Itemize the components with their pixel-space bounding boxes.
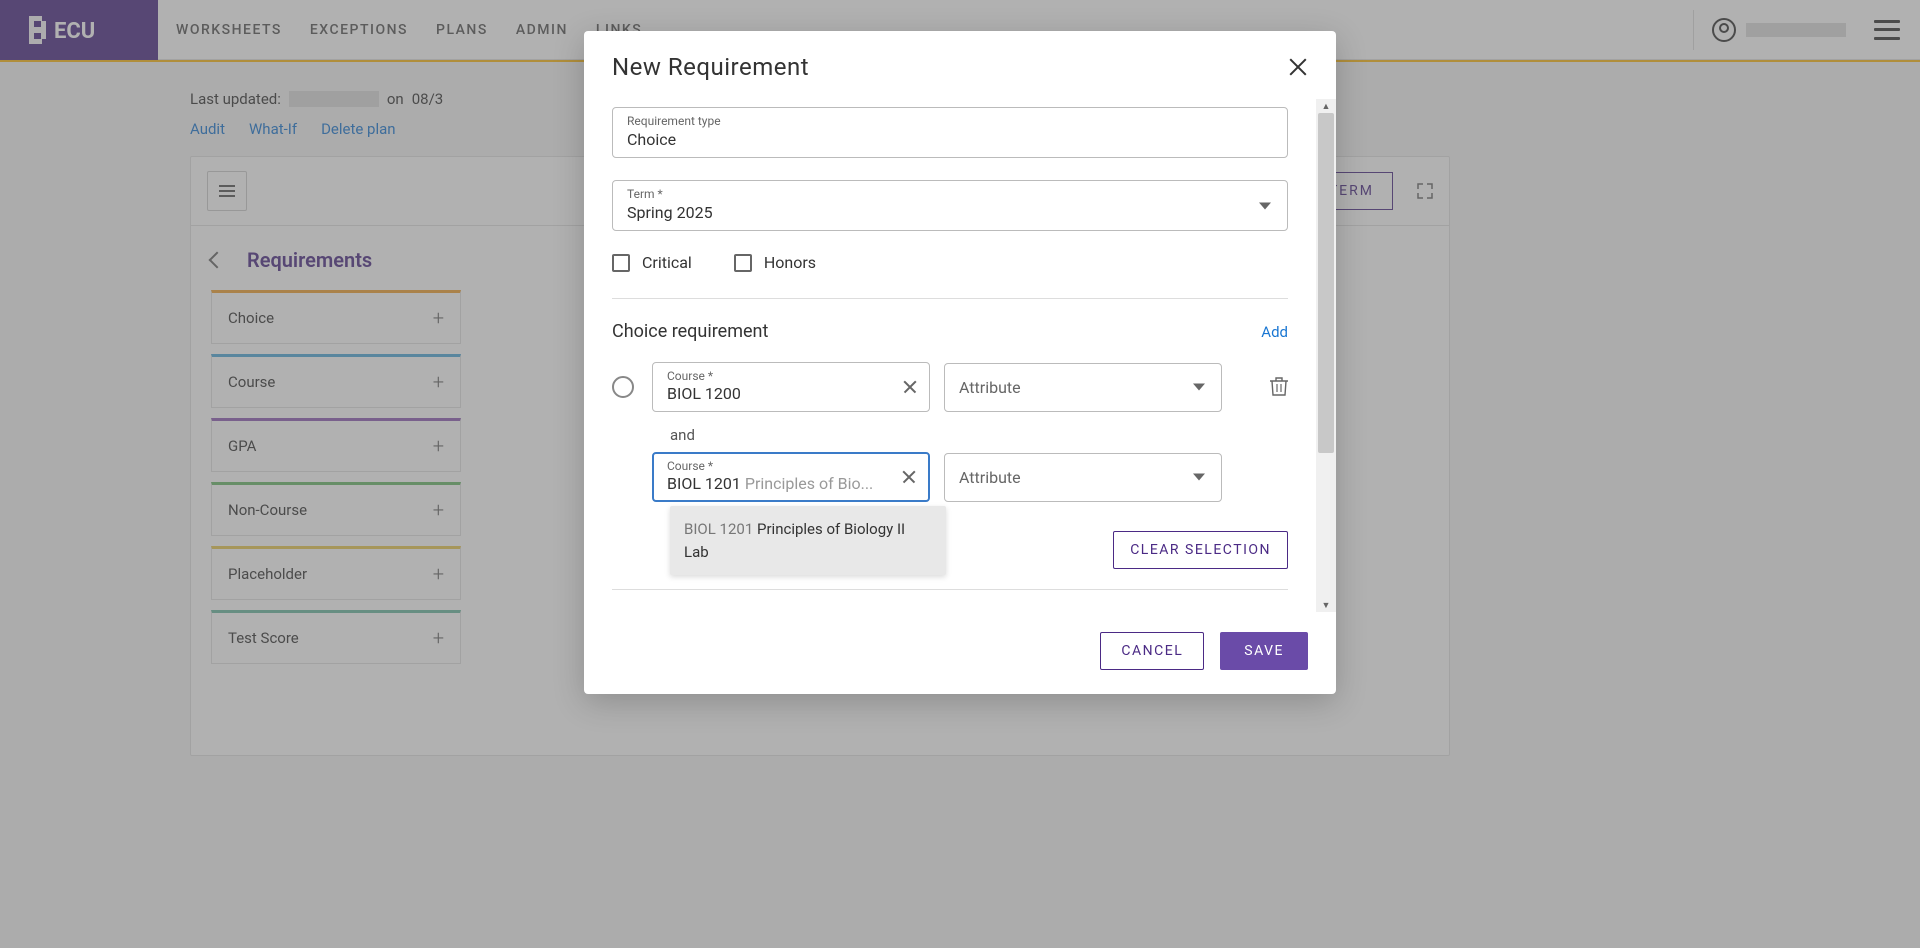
attribute-label: Attribute <box>959 468 1021 487</box>
field-value: Choice <box>627 130 676 149</box>
modal-title: New Requirement <box>612 53 809 81</box>
input-value: BIOL 1200 <box>667 384 889 403</box>
modal-overlay[interactable]: New Requirement Requirement type Choice … <box>0 0 1920 948</box>
close-icon[interactable] <box>1288 57 1308 77</box>
choice-row-1: Course * BIOL 1200 Attribute <box>612 362 1288 412</box>
scroll-up-icon[interactable]: ▲ <box>1316 99 1336 113</box>
input-label: Course * <box>667 459 889 473</box>
requirement-type-field[interactable]: Requirement type Choice <box>612 107 1288 158</box>
attribute-select-2[interactable]: Attribute <box>944 453 1222 502</box>
checkbox-row: Critical Honors <box>612 253 1288 272</box>
add-link[interactable]: Add <box>1261 323 1288 341</box>
field-label: Term * <box>627 187 1273 201</box>
scroll-thumb[interactable] <box>1318 113 1334 453</box>
clear-icon[interactable] <box>903 380 917 394</box>
field-value: Spring 2025 <box>627 203 713 222</box>
input-value: BIOL 1201 Principles of Bio... <box>667 474 889 493</box>
radio-icon[interactable] <box>612 376 634 398</box>
new-requirement-modal: New Requirement Requirement type Choice … <box>584 31 1336 694</box>
term-field[interactable]: Term * Spring 2025 <box>612 180 1288 231</box>
modal-footer: CANCEL SAVE <box>584 612 1336 694</box>
divider <box>612 589 1288 590</box>
checkbox-icon <box>734 254 752 272</box>
choice-row-2: Course * BIOL 1201 Principles of Bio... … <box>612 452 1288 502</box>
field-label: Requirement type <box>627 114 1273 128</box>
course-input-2[interactable]: Course * BIOL 1201 Principles of Bio... <box>652 452 930 502</box>
checkbox-label: Critical <box>642 253 692 272</box>
attribute-select-1[interactable]: Attribute <box>944 363 1222 412</box>
checkbox-icon <box>612 254 630 272</box>
clear-icon[interactable] <box>902 470 916 484</box>
autocomplete-item[interactable]: BIOL 1201 Principles of Biology II Lab <box>670 506 946 575</box>
modal-body: Requirement type Choice Term * Spring 20… <box>584 99 1316 612</box>
chevron-down-icon <box>1193 384 1205 391</box>
course-input-1[interactable]: Course * BIOL 1200 <box>652 362 930 412</box>
scrollbar[interactable]: ▲ ▼ <box>1316 99 1336 612</box>
chevron-down-icon <box>1193 474 1205 481</box>
autocomplete-code: BIOL 1201 <box>684 520 753 538</box>
choice-section-header: Choice requirement Add <box>612 321 1288 342</box>
clear-selection-button[interactable]: CLEAR SELECTION <box>1113 531 1288 569</box>
trash-icon[interactable] <box>1270 376 1288 396</box>
and-label: and <box>670 426 1288 444</box>
section-title: Choice requirement <box>612 321 768 342</box>
checkbox-label: Honors <box>764 253 816 272</box>
scroll-down-icon[interactable]: ▼ <box>1316 598 1336 612</box>
save-button[interactable]: SAVE <box>1220 632 1308 670</box>
chevron-down-icon <box>1259 202 1271 209</box>
critical-checkbox[interactable]: Critical <box>612 253 692 272</box>
input-label: Course * <box>667 369 889 383</box>
attribute-label: Attribute <box>959 378 1021 397</box>
cancel-button[interactable]: CANCEL <box>1100 632 1204 670</box>
honors-checkbox[interactable]: Honors <box>734 253 816 272</box>
modal-header: New Requirement <box>584 31 1336 99</box>
divider <box>612 298 1288 299</box>
